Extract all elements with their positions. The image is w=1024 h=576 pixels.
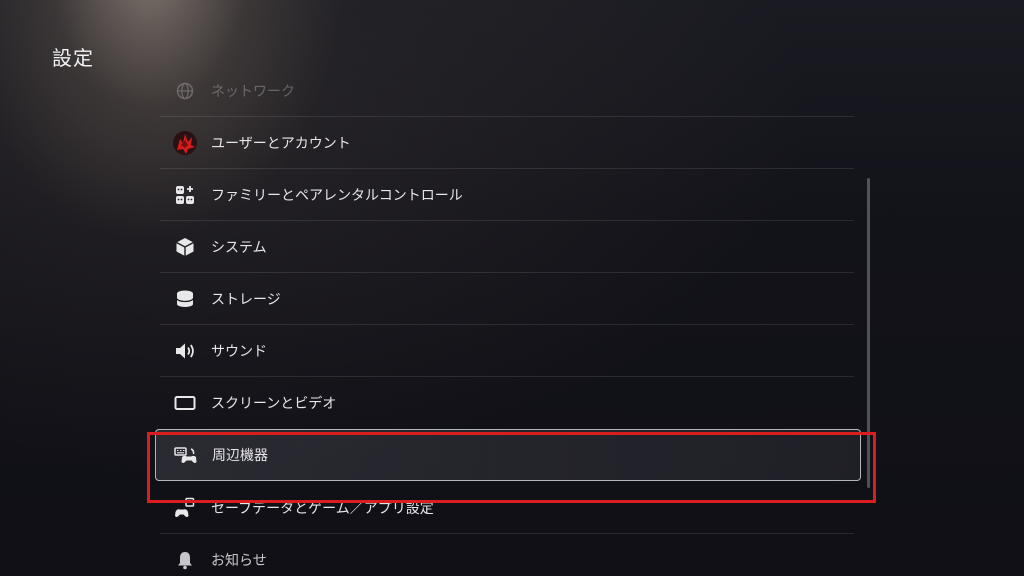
menu-item-accessories[interactable]: 周辺機器 <box>155 429 861 481</box>
menu-item-label: システム <box>211 239 267 256</box>
scrollbar[interactable] <box>867 178 870 488</box>
menu-item-label: ネットワーク <box>211 84 295 100</box>
menu-item-saved-data-game-app-settings[interactable]: セーブデータとゲーム／アプリ設定 <box>160 482 854 534</box>
menu-item-label: ユーザーとアカウント <box>211 135 351 152</box>
menu-item-system[interactable]: システム <box>160 221 854 273</box>
family-icon <box>172 182 198 208</box>
menu-item-family-parental-controls[interactable]: ファミリーとペアレンタルコントロール <box>160 169 854 221</box>
menu-item-label: ファミリーとペアレンタルコントロール <box>211 187 463 204</box>
bell-icon <box>172 547 198 573</box>
accessories-icon <box>173 442 199 468</box>
system-cube-icon <box>172 234 198 260</box>
menu-item-screen-video[interactable]: スクリーンとビデオ <box>160 377 854 429</box>
speaker-icon <box>172 338 198 364</box>
menu-item-label: ストレージ <box>211 291 281 308</box>
menu-item-label: セーブデータとゲーム／アプリ設定 <box>211 500 434 517</box>
menu-item-storage[interactable]: ストレージ <box>160 273 854 325</box>
menu-item-label: お知らせ <box>211 553 267 569</box>
user-avatar-icon <box>172 130 198 156</box>
storage-icon <box>172 286 198 312</box>
screen-icon <box>172 390 198 416</box>
menu-item-sound[interactable]: サウンド <box>160 325 854 377</box>
saved-data-icon <box>172 495 198 521</box>
menu-item-users-accounts[interactable]: ユーザーとアカウント <box>160 117 854 169</box>
globe-icon <box>172 78 198 104</box>
page-title: 設定 <box>52 46 94 70</box>
menu-item-label: 周辺機器 <box>212 448 268 464</box>
menu-item-label: サウンド <box>211 343 267 360</box>
settings-menu-list: ネットワーク ユーザーとアカウント ファミリーとペアレンタルコントロール システ… <box>155 78 861 576</box>
menu-item-label: スクリーンとビデオ <box>211 396 337 412</box>
menu-item-notifications[interactable]: お知らせ <box>160 534 854 576</box>
menu-item-network[interactable]: ネットワーク <box>160 66 854 117</box>
